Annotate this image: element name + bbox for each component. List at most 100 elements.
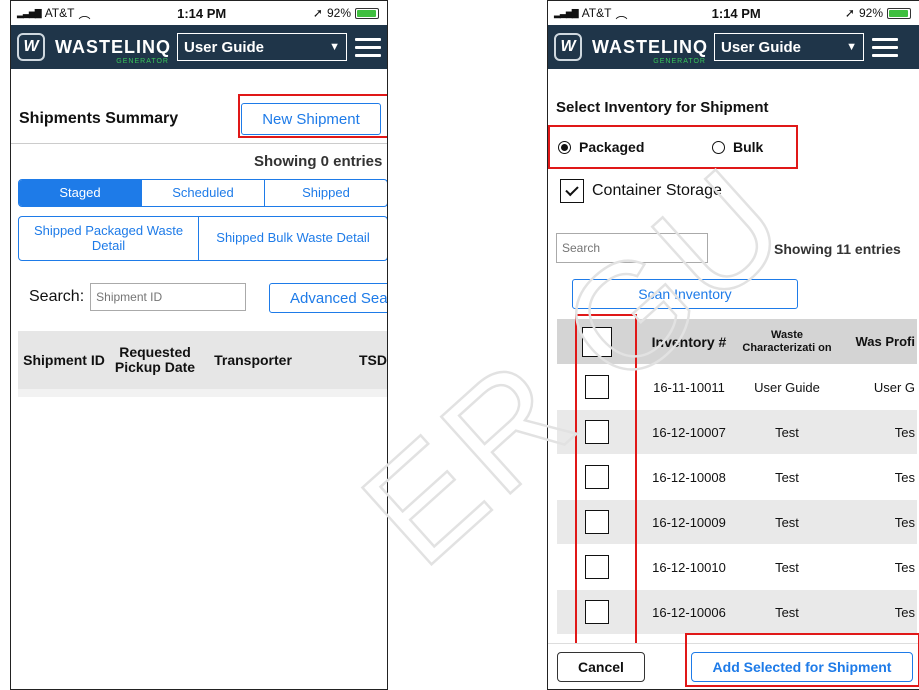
brand: WASTELINQ GENERATOR (55, 29, 171, 66)
tab-shipped-packaged-detail[interactable]: Shipped Packaged Waste Detail (19, 217, 199, 260)
screenshot-canvas: ▂▃▅▇ AT&T ︵ 1:14 PM ➚ 92% W WASTELINQ GE… (0, 0, 919, 690)
row-inventory: 16-12-10007 (652, 424, 726, 440)
table-header-row: Inventory # Waste Characterizati on Was … (557, 319, 917, 365)
add-selected-button[interactable]: Add Selected for Shipment (691, 652, 913, 682)
carrier-label: AT&T (581, 6, 612, 20)
signal-icon: ▂▃▅▇ (17, 7, 42, 18)
brand: WASTELINQ GENERATOR (592, 29, 708, 66)
table-row[interactable]: 16-12-10009 Test Tes (557, 500, 917, 545)
row-inventory: 16-12-10006 (652, 604, 726, 620)
radio-selected-icon (558, 140, 571, 154)
carrier-label: AT&T (44, 6, 75, 20)
shipments-table-header: Shipment ID Requested Pickup Date Transp… (18, 331, 387, 389)
select-all-checkbox[interactable] (582, 326, 612, 357)
col-tsd[interactable]: TSD (306, 352, 387, 368)
guide-select[interactable]: User Guide ▼ (177, 33, 347, 61)
app-bar: W WASTELINQ GENERATOR User Guide ▼ (548, 25, 919, 69)
table-row[interactable]: 16-12-10007 Test Tes (557, 410, 917, 455)
menu-icon[interactable] (872, 37, 898, 57)
scan-inventory-button[interactable]: Scan Inventory (572, 279, 798, 309)
status-bar: ▂▃▅▇ AT&T ︵ 1:14 PM ➚ 92% (11, 1, 387, 25)
right-phone-screen: ▂▃▅▇ AT&T ︵ 1:14 PM ➚ 92% W WASTELINQ GE… (547, 0, 919, 690)
summary-header: Shipments Summary New Shipment (11, 101, 387, 137)
row-profile: Tes (894, 469, 915, 485)
new-shipment-button[interactable]: New Shipment (241, 103, 381, 135)
container-storage-checkbox[interactable]: Container Storage (560, 179, 722, 203)
table-row[interactable]: 16-12-10010 Test Tes (557, 545, 917, 590)
row-checkbox[interactable] (585, 600, 609, 624)
row-characterization: Test (775, 514, 799, 530)
row-checkbox[interactable] (585, 465, 609, 489)
col-transporter[interactable]: Transporter (200, 352, 306, 368)
entries-count: Showing 11 entries (774, 241, 901, 257)
tab-scheduled[interactable]: Scheduled (142, 180, 265, 206)
radio-unselected-icon (712, 140, 725, 154)
battery-icon (355, 7, 379, 19)
col-waste-characterization[interactable]: Waste Characterizati on (741, 329, 833, 353)
row-characterization: Test (775, 469, 799, 485)
checkbox-checked-icon (560, 179, 584, 203)
tab-shipped[interactable]: Shipped (265, 180, 387, 206)
inventory-table: Inventory # Waste Characterizati on Was … (557, 319, 917, 635)
row-checkbox[interactable] (585, 375, 609, 399)
radio-packaged-label: Packaged (579, 139, 645, 155)
col-shipment-id[interactable]: Shipment ID (18, 352, 110, 368)
left-phone-screen: ▂▃▅▇ AT&T ︵ 1:14 PM ➚ 92% W WASTELINQ GE… (10, 0, 388, 690)
row-profile: Tes (894, 424, 915, 440)
logo-icon: W (17, 33, 45, 61)
table-row[interactable]: 16-12-10006 Test Tes (557, 590, 917, 635)
row-inventory: 16-11-10011 (653, 379, 725, 395)
row-profile: Tes (894, 604, 915, 620)
status-tabs: Staged Scheduled Shipped (18, 179, 387, 207)
row-characterization: User Guide (754, 379, 820, 395)
row-inventory: 16-12-10009 (652, 514, 726, 530)
row-checkbox[interactable] (585, 510, 609, 534)
guide-select-value: User Guide (184, 38, 265, 56)
row-checkbox[interactable] (585, 555, 609, 579)
brand-sub: GENERATOR (653, 58, 706, 65)
col-inventory[interactable]: Inventory # (637, 334, 741, 350)
radio-bulk-label: Bulk (733, 139, 764, 155)
bottom-action-bar: Cancel Add Selected for Shipment (548, 643, 919, 689)
tab-staged[interactable]: Staged (19, 180, 142, 206)
row-profile: Tes (894, 559, 915, 575)
location-icon: ➚ (844, 6, 855, 20)
row-profile: User G (873, 379, 915, 395)
page-title: Shipments Summary (19, 110, 179, 127)
battery-label: 92% (326, 6, 351, 20)
radio-packaged[interactable]: Packaged (558, 139, 644, 155)
time-label: 1:14 PM (711, 5, 761, 21)
advanced-search-button[interactable]: Advanced Sea (269, 283, 387, 313)
divider (11, 143, 387, 144)
row-characterization: Test (775, 559, 799, 575)
page-title: Select Inventory for Shipment (556, 99, 769, 116)
col-requested-pickup[interactable]: Requested Pickup Date (110, 345, 200, 375)
tab-shipped-bulk-detail[interactable]: Shipped Bulk Waste Detail (199, 217, 387, 260)
shipment-search-input[interactable] (90, 283, 247, 311)
wifi-icon: ︵ (615, 6, 628, 21)
brand-name: WASTELINQ (55, 36, 171, 57)
row-inventory: 16-12-10010 (652, 559, 726, 575)
guide-select[interactable]: User Guide ▼ (714, 33, 864, 61)
entries-count: Showing 0 entries (254, 153, 383, 170)
caret-down-icon: ▼ (846, 41, 857, 53)
row-characterization: Test (775, 424, 799, 440)
detail-tabs: Shipped Packaged Waste Detail Shipped Bu… (18, 216, 387, 261)
search-label: Search: (29, 288, 85, 305)
table-row[interactable]: 16-12-10008 Test Tes (557, 455, 917, 500)
col-waste-profile[interactable]: Was Profi (833, 334, 917, 349)
table-row[interactable]: 16-11-10011 User Guide User G (557, 365, 917, 410)
inventory-search-input[interactable] (556, 233, 708, 263)
logo-icon: W (554, 33, 582, 61)
row-checkbox[interactable] (585, 420, 609, 444)
time-label: 1:14 PM (177, 5, 227, 21)
row-inventory: 16-12-10008 (652, 469, 726, 485)
guide-select-value: User Guide (721, 38, 802, 56)
cancel-button[interactable]: Cancel (557, 652, 645, 682)
radio-bulk[interactable]: Bulk (712, 139, 763, 155)
container-storage-label: Container Storage (592, 182, 722, 199)
table-empty-row (18, 389, 387, 397)
location-icon: ➚ (312, 6, 323, 20)
menu-icon[interactable] (355, 37, 381, 57)
battery-label: 92% (858, 6, 883, 20)
